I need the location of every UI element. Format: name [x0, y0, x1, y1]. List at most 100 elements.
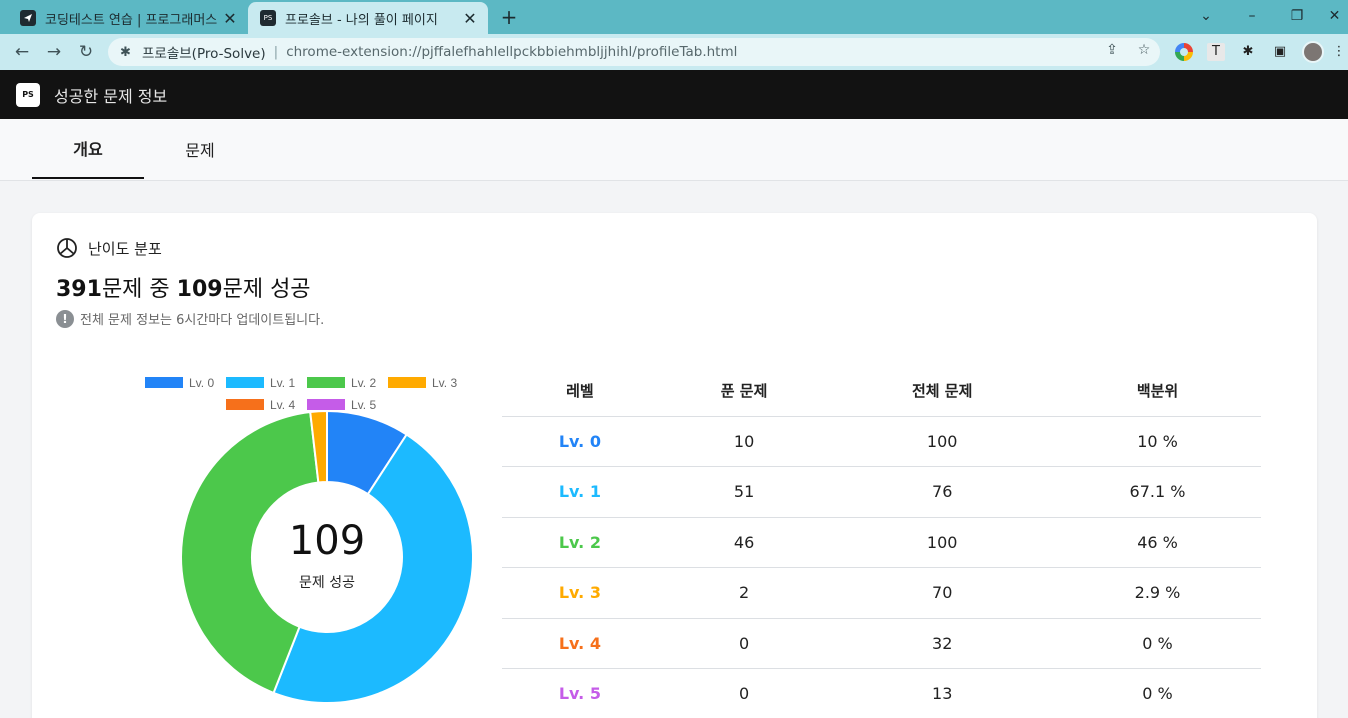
- page-title: 성공한 문제 정보: [54, 86, 168, 106]
- legend-label: Lv. 4: [270, 398, 295, 412]
- percent-cell: 67.1 %: [1054, 466, 1261, 518]
- level-cell: Lv. 4: [502, 618, 658, 669]
- legend-swatch: [226, 377, 264, 388]
- url-text: chrome-extension://pjffalefhahlellpckbbi…: [286, 44, 738, 60]
- app-logo: PS: [16, 82, 40, 107]
- legend-item[interactable]: Lv. 1: [226, 376, 295, 390]
- legend-label: Lv. 0: [189, 376, 214, 390]
- close-window-button[interactable]: ✕: [1321, 3, 1348, 29]
- level-cell: Lv. 2: [502, 517, 658, 568]
- percent-cell: 0 %: [1054, 618, 1261, 669]
- table-row: Lv. 5 0 13 0 %: [502, 668, 1261, 718]
- more-menu-icon[interactable]: ⋮: [1330, 43, 1348, 61]
- close-tab-icon[interactable]: ✕: [220, 9, 240, 28]
- percent-cell: 46 %: [1054, 517, 1261, 568]
- text-extension-icon[interactable]: T: [1207, 43, 1225, 61]
- center-solved-count: 109: [288, 518, 366, 564]
- side-panel-icon[interactable]: ▣: [1271, 43, 1289, 61]
- extension-name: 프로솔브(Pro-Solve): [142, 46, 266, 62]
- programmers-logo-icon: [20, 10, 36, 26]
- legend-item[interactable]: Lv. 0: [145, 376, 214, 390]
- level-cell: Lv. 1: [502, 466, 658, 518]
- total-cell: 100: [830, 416, 1055, 467]
- total-cell: 32: [830, 618, 1055, 669]
- legend-swatch: [307, 399, 345, 410]
- legend-swatch: [307, 377, 345, 388]
- percent-cell: 2.9 %: [1054, 567, 1261, 619]
- pie-chart-icon: [57, 238, 77, 258]
- total-cell: 13: [830, 668, 1055, 718]
- browser-tab-prosolve[interactable]: PS 프로솔브 - 나의 풀이 페이지 ✕: [248, 2, 488, 34]
- star-bookmark-icon[interactable]: ☆: [1134, 42, 1154, 58]
- table-row: Lv. 1 51 76 67.1 %: [502, 466, 1261, 518]
- browser-tab-programmers[interactable]: 코딩테스트 연습 | 프로그래머스 ✕: [8, 2, 248, 34]
- reload-icon[interactable]: ↻: [74, 40, 98, 64]
- notice-text: 전체 문제 정보는 6시간마다 업데이트됩니다.: [80, 313, 325, 328]
- browser-tab-strip: 코딩테스트 연습 | 프로그래머스 ✕ PS 프로솔브 - 나의 풀이 페이지 …: [0, 0, 1348, 34]
- solved-cell: 46: [657, 517, 831, 568]
- info-exclamation-icon: !: [56, 309, 74, 328]
- legend-label: Lv. 5: [351, 398, 376, 412]
- tab-title: 프로솔브 - 나의 풀이 페이지: [285, 12, 438, 28]
- color-wheel-extension-icon[interactable]: [1175, 43, 1193, 61]
- legend-item[interactable]: Lv. 2: [307, 376, 376, 390]
- solved-cell: 2: [657, 567, 831, 619]
- update-notice: ! 전체 문제 정보는 6시간마다 업데이트됩니다.: [56, 309, 324, 328]
- section-header: 난이도 분포: [56, 237, 162, 259]
- minimize-button[interactable]: –: [1232, 3, 1272, 29]
- difficulty-donut-chart: Lv. 0 Lv. 1 Lv. 2 Lv. 3 Lv. 4 Lv. 5 109 문제 성공: [132, 371, 474, 718]
- difficulty-distribution-card: 난이도 분포 391문제 중 109문제 성공 ! 전체 문제 정보는 6시간마…: [32, 213, 1317, 718]
- restore-button[interactable]: ❐: [1277, 3, 1317, 29]
- solved-cell: 0: [657, 618, 831, 669]
- legend-item[interactable]: Lv. 3: [388, 376, 457, 390]
- solved-count: 109: [176, 277, 223, 302]
- share-icon[interactable]: ⇪: [1102, 42, 1122, 58]
- table-row: Lv. 2 46 100 46 %: [502, 517, 1261, 568]
- solve-summary: 391문제 중 109문제 성공: [56, 271, 311, 303]
- new-tab-button[interactable]: +: [498, 5, 520, 29]
- level-cell: Lv. 5: [502, 668, 658, 718]
- forward-arrow-icon[interactable]: →: [42, 40, 66, 64]
- solved-cell: 51: [657, 466, 831, 518]
- solved-suffix: 문제 성공: [222, 277, 311, 302]
- percent-cell: 10 %: [1054, 416, 1261, 467]
- legend-item[interactable]: Lv. 5: [307, 398, 376, 412]
- column-header-percent: 백분위: [1054, 366, 1261, 417]
- level-cell: Lv. 0: [502, 416, 658, 467]
- profile-tabs: 개요 문제: [0, 119, 1348, 181]
- legend-swatch: [145, 377, 183, 388]
- tab-title: 코딩테스트 연습 | 프로그래머스: [45, 12, 218, 28]
- browser-toolbar: ← → ↻ ✱ 프로솔브(Pro-Solve) | chrome-extensi…: [0, 34, 1348, 70]
- solved-cell: 10: [657, 416, 831, 467]
- tab-problems[interactable]: 문제: [144, 119, 256, 179]
- total-cell: 100: [830, 517, 1055, 568]
- legend-swatch: [226, 399, 264, 410]
- close-tab-icon[interactable]: ✕: [460, 9, 480, 28]
- section-title: 난이도 분포: [88, 239, 162, 258]
- tab-search-chevron-icon[interactable]: ⌄: [1186, 3, 1226, 29]
- ps-logo-icon: PS: [260, 10, 276, 26]
- table-row: Lv. 4 0 32 0 %: [502, 618, 1261, 669]
- divider: |: [273, 44, 279, 60]
- legend-label: Lv. 1: [270, 376, 295, 390]
- legend-item[interactable]: Lv. 4: [226, 398, 295, 412]
- total-suffix: 문제 중: [101, 277, 177, 302]
- table-row: Lv. 3 2 70 2.9 %: [502, 567, 1261, 619]
- percent-cell: 0 %: [1054, 668, 1261, 718]
- app-header: PS 성공한 문제 정보: [0, 70, 1348, 119]
- tab-overview[interactable]: 개요: [32, 119, 144, 179]
- back-arrow-icon[interactable]: ←: [10, 40, 34, 64]
- center-label: 문제 성공: [299, 575, 355, 591]
- puzzle-piece-icon: ✱: [120, 44, 131, 60]
- legend-label: Lv. 3: [432, 376, 457, 390]
- table-header-row: 레벨 푼 문제 전체 문제 백분위: [502, 366, 1261, 417]
- profile-avatar[interactable]: [1302, 41, 1324, 63]
- table-row: Lv. 0 10 100 10 %: [502, 416, 1261, 467]
- extensions-puzzle-icon[interactable]: ✱: [1239, 43, 1257, 61]
- column-header-level: 레벨: [502, 366, 658, 417]
- column-header-solved: 푼 문제: [657, 366, 831, 417]
- level-stats-table: 레벨 푼 문제 전체 문제 백분위 Lv. 0 10 100 10 % Lv. …: [502, 366, 1261, 718]
- address-bar[interactable]: ✱ 프로솔브(Pro-Solve) | chrome-extension://p…: [108, 38, 1160, 66]
- total-cell: 70: [830, 567, 1055, 619]
- level-cell: Lv. 3: [502, 567, 658, 619]
